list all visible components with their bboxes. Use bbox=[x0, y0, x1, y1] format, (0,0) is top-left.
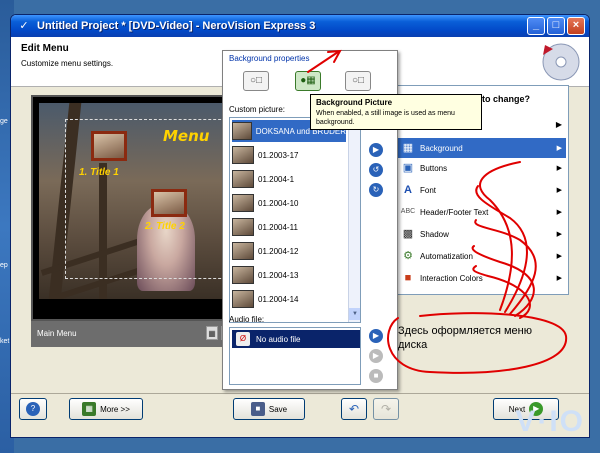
cd-logo-icon bbox=[542, 43, 580, 81]
audio-list[interactable]: Ø No audio file bbox=[229, 327, 361, 385]
close-button[interactable]: × bbox=[567, 17, 585, 35]
window-title: Untitled Project * [DVD-Video] - NeroVis… bbox=[37, 20, 316, 32]
title-bar[interactable]: ✓ Untitled Project * [DVD-Video] - NeroV… bbox=[11, 15, 589, 37]
rotate-icon[interactable]: ↻ bbox=[369, 183, 383, 197]
title2-thumbnail[interactable] bbox=[151, 189, 187, 217]
app-icon: ✓ bbox=[19, 20, 29, 32]
bg-picture-button[interactable]: ●▦ bbox=[295, 71, 321, 91]
bg-color-button[interactable]: ○□ bbox=[243, 71, 269, 91]
vaio-watermark: V·IO bbox=[515, 405, 585, 438]
menu-title-text[interactable]: Menu bbox=[163, 127, 209, 145]
undo-button[interactable]: ↶ bbox=[341, 398, 367, 420]
save-icon: ■ bbox=[250, 402, 265, 416]
grid-icon[interactable]: ▦ bbox=[206, 326, 218, 340]
custom-picture-label: Custom picture: bbox=[229, 105, 286, 114]
audio-file-label: Audio file: bbox=[229, 315, 265, 324]
text-icon: ABC bbox=[400, 208, 416, 215]
chevron-right-icon: ▶ bbox=[556, 187, 562, 194]
main-menu-label: Main Menu bbox=[37, 329, 77, 338]
chevron-right-icon: ▶ bbox=[556, 209, 562, 216]
maximize-button[interactable]: □ bbox=[547, 17, 565, 35]
page-title: Edit Menu bbox=[21, 43, 69, 54]
main-menu-bar: Main Menu ▦ ☰ bbox=[31, 321, 237, 347]
list-item[interactable]: 01.2003-17 bbox=[232, 144, 346, 166]
category-font[interactable]: A Font ▶ bbox=[396, 180, 566, 200]
list-item[interactable]: 01.2004-1 bbox=[232, 168, 346, 190]
chevron-right-icon: ▶ bbox=[556, 253, 562, 260]
list-item[interactable]: 01.2004-10 bbox=[232, 192, 346, 214]
page-subtitle: Customize menu settings. bbox=[21, 59, 114, 68]
more-icon: ▦ bbox=[82, 402, 97, 416]
title2-caption[interactable]: 2. Title 2 bbox=[145, 221, 185, 232]
annotation-text: Здесь оформляется меню диска bbox=[398, 325, 532, 351]
browse-audio-icon[interactable]: ▶ bbox=[369, 329, 383, 343]
colors-icon: ■ bbox=[404, 272, 412, 284]
background-icon: ▦ bbox=[402, 142, 414, 154]
picture-list[interactable]: DOKSANA und BRUDER 01.2003-17 01.2004-1 … bbox=[229, 117, 361, 323]
title1-caption[interactable]: 1. Title 1 bbox=[79, 167, 119, 178]
stop-audio-icon[interactable]: ■ bbox=[369, 369, 383, 383]
desktop-text: ket bbox=[0, 338, 10, 345]
chevron-right-icon: ▶ bbox=[556, 145, 562, 152]
category-interaction-colors[interactable]: ■ Interaction Colors ▶ bbox=[396, 268, 566, 288]
undo-icon: ↶ bbox=[348, 402, 360, 416]
category-shadow[interactable]: ▩ Shadow ▶ bbox=[396, 224, 566, 244]
chevron-right-icon: ▶ bbox=[556, 231, 562, 238]
play-audio-icon[interactable]: ▶ bbox=[369, 349, 383, 363]
desktop-text: ep bbox=[0, 262, 8, 269]
popup-heading: Background properties bbox=[229, 54, 310, 63]
list-item[interactable]: 01.2004-12 bbox=[232, 240, 346, 262]
tooltip-title: Background Picture bbox=[316, 98, 393, 107]
redo-icon: ↷ bbox=[380, 402, 392, 416]
category-automatization[interactable]: ⚙ Automatization ▶ bbox=[396, 246, 566, 266]
footer-bar: ? ▦ More >> ■ Save ↶ ↷ Next ▶ V·IO bbox=[11, 393, 589, 438]
list-item[interactable]: 01.2004-14 bbox=[232, 288, 346, 310]
chevron-right-icon: ▶ bbox=[556, 165, 562, 172]
chevron-right-icon: ▶ bbox=[556, 275, 562, 282]
minimize-button[interactable]: _ bbox=[527, 17, 545, 35]
no-audio-icon: Ø bbox=[236, 332, 250, 346]
help-icon: ? bbox=[26, 402, 40, 416]
save-button[interactable]: ■ Save bbox=[233, 398, 305, 420]
window-controls: _ □ × bbox=[527, 17, 585, 35]
buttons-icon: ▣ bbox=[402, 162, 414, 174]
browse-icon[interactable]: ▶ bbox=[369, 143, 383, 157]
tooltip: Background Picture When enabled, a still… bbox=[310, 94, 482, 130]
category-buttons[interactable]: ▣ Buttons ▶ bbox=[396, 158, 566, 178]
tooltip-text: When enabled, a still image is used as m… bbox=[316, 110, 455, 126]
category-header-footer[interactable]: ABC Header/Footer Text ▶ bbox=[396, 202, 566, 222]
help-button[interactable]: ? bbox=[19, 398, 47, 420]
title1-thumbnail[interactable] bbox=[91, 131, 127, 161]
list-item[interactable]: 01.2004-11 bbox=[232, 216, 346, 238]
category-heading: to change? bbox=[482, 94, 531, 104]
chevron-right-icon: ▶ bbox=[555, 120, 562, 129]
category-background[interactable]: ▦ Background ▶ bbox=[396, 138, 566, 158]
list-item[interactable]: 01.2004-13 bbox=[232, 264, 346, 286]
scroll-down-icon[interactable]: ▼ bbox=[349, 308, 360, 320]
refresh-icon[interactable]: ↺ bbox=[369, 163, 383, 177]
desktop-text: ge bbox=[0, 118, 8, 125]
more-button[interactable]: ▦ More >> bbox=[69, 398, 143, 420]
shadow-icon: ▩ bbox=[402, 228, 414, 240]
font-icon: A bbox=[404, 184, 412, 196]
bg-video-button[interactable]: ○□ bbox=[345, 71, 371, 91]
audio-item[interactable]: Ø No audio file bbox=[232, 330, 360, 348]
list-scrollbar[interactable]: ▲ ▼ bbox=[348, 118, 360, 322]
menu-preview[interactable]: Menu 1. Title 1 2. Title 2 bbox=[31, 95, 237, 321]
redo-button[interactable]: ↷ bbox=[373, 398, 399, 420]
automatization-icon: ⚙ bbox=[403, 250, 413, 262]
preview-scene: Menu 1. Title 1 2. Title 2 bbox=[39, 103, 231, 299]
